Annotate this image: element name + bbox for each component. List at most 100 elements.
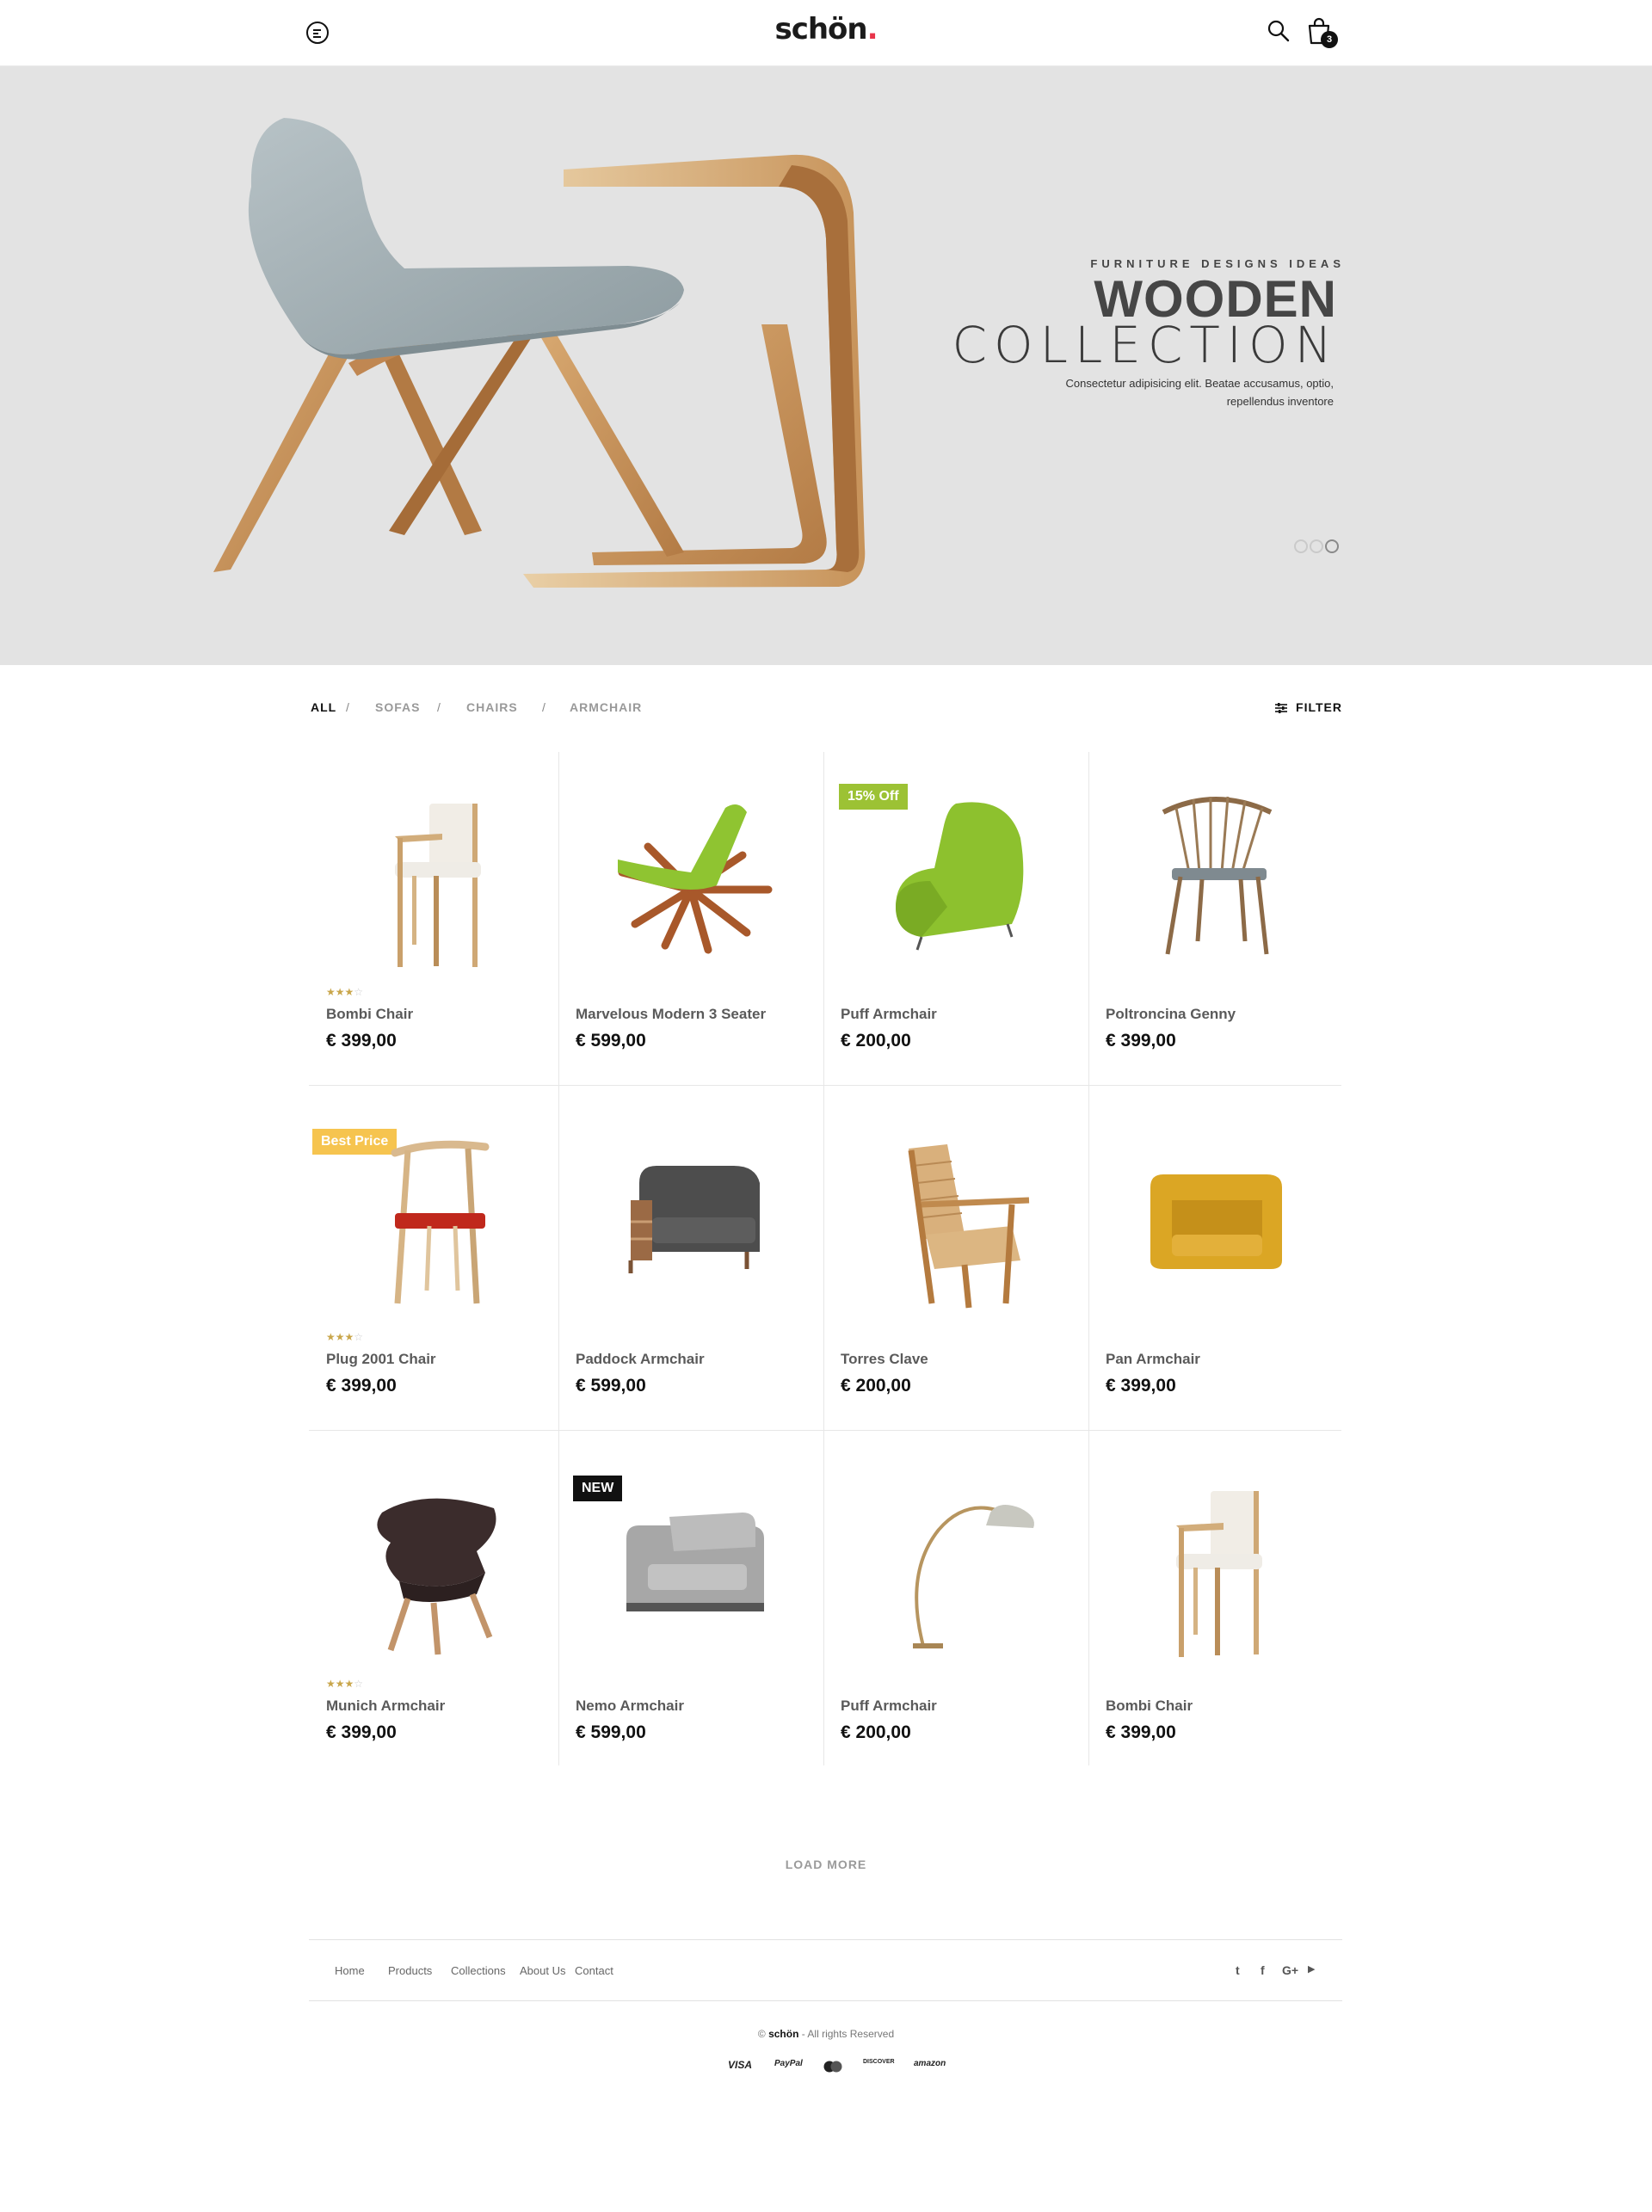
green-puff-armchair-image [896, 802, 1024, 951]
facebook-icon[interactable]: f [1261, 1963, 1265, 1977]
footer-link-products[interactable]: Products [388, 1964, 432, 1977]
product-image [558, 1444, 823, 1685]
filter-button[interactable]: FILTER [1275, 700, 1342, 714]
logo-dot: . [866, 12, 878, 46]
amazon-icon: amazon [914, 2059, 946, 2068]
site-header: schön. 3 [0, 0, 1652, 66]
rating-stars: ★★★☆ [326, 986, 364, 998]
hero-slider: FURNITURE DESIGNS IDEAS WOODEN COLLECTIO… [0, 66, 1652, 665]
product-card[interactable]: Puff Armchair € 200,00 [823, 1444, 1088, 1765]
yellow-armchair-image [1150, 1174, 1282, 1269]
product-card[interactable]: Torres Clave € 200,00 [823, 1097, 1088, 1430]
wooden-armchair-image [395, 804, 481, 967]
category-chairs[interactable]: CHAIRS [466, 700, 518, 714]
visa-icon: VISA [728, 2059, 753, 2071]
category-sofas[interactable]: SOFAS [375, 700, 420, 714]
product-card[interactable]: Bombi Chair € 399,00 [1088, 1444, 1341, 1765]
product-name: Pan Armchair [1106, 1351, 1200, 1367]
woven-wood-chair-image [908, 1144, 1030, 1309]
product-image [823, 752, 1088, 993]
youtube-icon[interactable]: ▶ [1308, 1963, 1315, 1975]
product-price: € 200,00 [841, 1722, 911, 1742]
footer-link-contact[interactable]: Contact [575, 1964, 613, 1977]
product-image [823, 1444, 1088, 1685]
product-card[interactable]: Marvelous Modern 3 Seater € 599,00 [558, 752, 823, 1085]
footer-divider [309, 2000, 1342, 2001]
product-price: € 399,00 [326, 1722, 397, 1742]
category-armchair[interactable]: ARMCHAIR [570, 700, 642, 714]
slider-dot-active[interactable] [1325, 539, 1339, 553]
product-image [1088, 1097, 1341, 1338]
product-name: Torres Clave [841, 1351, 928, 1367]
category-separator: / [542, 700, 546, 714]
search-icon[interactable] [1267, 19, 1291, 43]
product-image [558, 752, 823, 993]
product-grid: ★★★☆ Bombi Chair € 399,00 Marvelous Mode… [309, 752, 1341, 1765]
hero-title-line2: COLLECTION [952, 316, 1339, 374]
product-image [1088, 1444, 1341, 1685]
footer-link-about[interactable]: About Us [520, 1964, 565, 1977]
product-price: € 200,00 [841, 1031, 911, 1051]
product-price: € 200,00 [841, 1376, 911, 1396]
rating-stars: ★★★☆ [326, 1678, 364, 1690]
mastercard-icon [822, 2061, 844, 2075]
product-card[interactable]: 15% Off Puff Armchair € 200,00 [823, 752, 1088, 1085]
hero-chair-image [213, 118, 866, 588]
product-name: Paddock Armchair [576, 1351, 705, 1367]
category-all[interactable]: ALL [311, 700, 336, 714]
google-plus-icon[interactable]: G+ [1282, 1963, 1298, 1977]
logo-text: schön [774, 12, 867, 46]
slider-dot[interactable] [1310, 539, 1323, 553]
product-card[interactable]: Pan Armchair € 399,00 [1088, 1097, 1341, 1430]
twitter-icon[interactable]: t [1236, 1963, 1240, 1977]
footer-link-collections[interactable]: Collections [451, 1964, 506, 1977]
product-card[interactable]: ★★★☆ Munich Armchair € 399,00 [309, 1444, 558, 1765]
product-name: Bombi Chair [1106, 1698, 1193, 1714]
menu-icon[interactable] [306, 22, 329, 44]
category-filter-bar: ALL / SOFAS / CHAIRS / ARMCHAIR FILTER [310, 700, 1342, 719]
green-lounge-chair-image [618, 804, 773, 954]
grid-divider [309, 1430, 1341, 1431]
slider-dots [1292, 539, 1339, 555]
product-name: Puff Armchair [841, 1698, 937, 1714]
grid-divider [309, 1085, 1341, 1086]
category-separator: / [346, 700, 350, 714]
discover-icon: DISCOVER [863, 2059, 895, 2065]
footer-divider [309, 1939, 1342, 1940]
product-name: Nemo Armchair [576, 1698, 684, 1714]
product-name: Poltroncina Genny [1106, 1006, 1236, 1022]
footer-link-home[interactable]: Home [335, 1964, 365, 1977]
product-name: Puff Armchair [841, 1006, 937, 1022]
product-image [1088, 752, 1341, 993]
product-price: € 399,00 [326, 1376, 397, 1396]
product-name: Marvelous Modern 3 Seater [576, 1006, 767, 1022]
product-price: € 399,00 [1106, 1031, 1176, 1051]
spindle-back-chair-image [1162, 796, 1273, 955]
product-card[interactable]: NEW Nemo Armchair € 599,00 [558, 1444, 823, 1765]
hero-description: Consectetur adipisicing elit. Beatae acc… [1065, 377, 1334, 408]
product-image [823, 1097, 1088, 1338]
logo[interactable]: schön. [774, 12, 878, 46]
product-price: € 599,00 [576, 1376, 646, 1396]
product-name: Munich Armchair [326, 1698, 446, 1714]
product-name: Plug 2001 Chair [326, 1351, 436, 1367]
product-card[interactable]: Poltroncina Genny € 399,00 [1088, 752, 1341, 1085]
sliders-icon [1275, 703, 1288, 713]
paypal-icon: PayPal [774, 2059, 803, 2068]
grey-armchair-image [626, 1513, 764, 1611]
product-card[interactable]: Best Price ★★★☆ Plug 2001 Chair € 399,00 [309, 1097, 558, 1430]
product-card[interactable]: Paddock Armchair € 599,00 [558, 1097, 823, 1430]
hero-kicker: FURNITURE DESIGNS IDEAS [1090, 257, 1345, 270]
product-price: € 599,00 [576, 1031, 646, 1051]
cart-count-badge: 3 [1321, 31, 1338, 48]
load-more-button[interactable]: LOAD MORE [740, 1858, 912, 1871]
slider-dot[interactable] [1294, 539, 1308, 553]
paddock-armchair-image [628, 1166, 760, 1273]
copyright-text: © schön - All rights Reserved [654, 2028, 998, 2040]
product-image [558, 1097, 823, 1338]
product-card[interactable]: ★★★☆ Bombi Chair € 399,00 [309, 752, 558, 1085]
category-separator: / [437, 700, 441, 714]
product-price: € 399,00 [1106, 1376, 1176, 1396]
arc-floor-lamp-image [913, 1505, 1034, 1648]
product-name: Bombi Chair [326, 1006, 414, 1022]
